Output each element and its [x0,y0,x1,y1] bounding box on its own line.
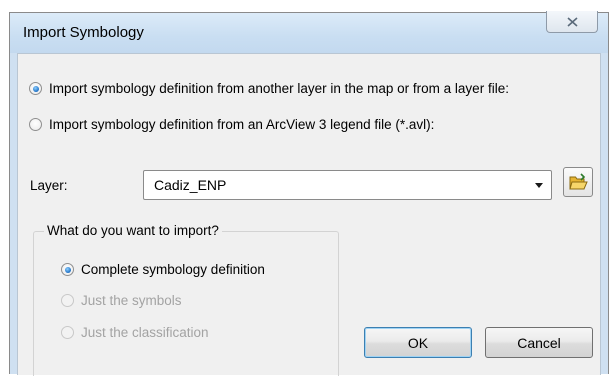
radio-just-symbols-button[interactable] [61,294,74,307]
import-symbology-dialog: Import Symbology Import symbology defini… [9,11,609,376]
title-bar: Import Symbology [10,11,608,53]
dialog-title: Import Symbology [23,24,144,41]
open-folder-icon [569,173,588,190]
close-icon [567,17,578,27]
radio-from-avl[interactable]: Import symbology definition from an ArcV… [29,117,434,132]
browse-button[interactable] [563,167,593,197]
import-options-group: What do you want to import? Complete sym… [33,223,339,376]
radio-from-layer[interactable]: Import symbology definition from another… [29,81,509,96]
import-options-title: What do you want to import? [44,223,222,238]
layer-dropdown[interactable]: Cadiz_ENP [143,170,552,200]
radio-from-layer-label: Import symbology definition from another… [49,81,509,96]
radio-just-symbols[interactable]: Just the symbols [61,293,182,308]
radio-from-avl-label: Import symbology definition from an ArcV… [49,117,435,132]
layer-label: Layer: [30,178,68,193]
radio-complete-definition[interactable]: Complete symbology definition [61,262,265,277]
radio-just-symbols-label: Just the symbols [81,293,182,308]
chevron-down-icon[interactable] [532,177,546,193]
radio-just-classification[interactable]: Just the classification [61,325,209,340]
radio-from-avl-button[interactable] [29,118,42,131]
cancel-button[interactable]: Cancel [485,327,593,358]
ok-button[interactable]: OK [364,327,472,358]
close-button[interactable] [546,11,598,33]
radio-complete-definition-label: Complete symbology definition [81,262,265,277]
dialog-body: Import symbology definition from another… [17,53,601,376]
radio-just-classification-label: Just the classification [81,325,209,340]
layer-dropdown-value: Cadiz_ENP [154,177,227,193]
radio-complete-definition-button[interactable] [61,263,74,276]
radio-just-classification-button[interactable] [61,326,74,339]
radio-from-layer-button[interactable] [29,82,42,95]
